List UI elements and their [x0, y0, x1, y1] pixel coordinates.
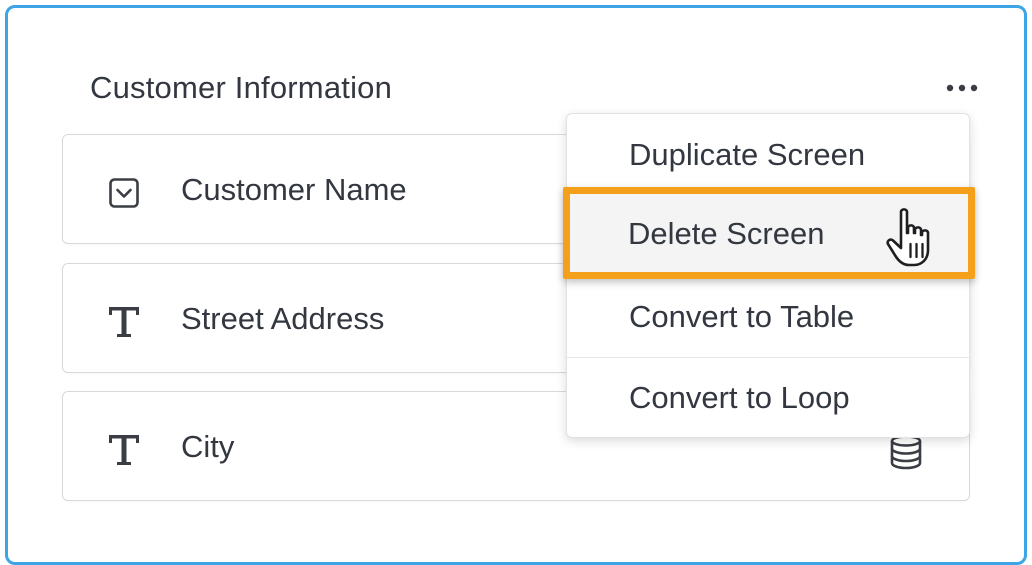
menu-item-duplicate-screen[interactable]: Duplicate Screen	[567, 114, 969, 195]
hand-pointer-cursor-icon	[884, 206, 940, 272]
menu-item-convert-to-table[interactable]: Convert to Table	[567, 276, 969, 357]
field-label: Customer Name	[181, 172, 407, 207]
card-title: Customer Information	[90, 70, 393, 105]
context-menu: Duplicate Screen Convert to Table Conver…	[566, 113, 970, 438]
menu-item-convert-to-loop[interactable]: Convert to Loop	[567, 357, 969, 438]
text-type-icon	[105, 432, 143, 468]
ellipsis-icon	[946, 84, 978, 92]
checkbox-dropdown-icon	[105, 175, 143, 211]
field-label: Street Address	[181, 301, 385, 336]
field-label: City	[181, 429, 235, 464]
text-type-icon	[105, 304, 143, 340]
more-options-button[interactable]	[942, 74, 982, 102]
database-icon	[889, 434, 923, 470]
